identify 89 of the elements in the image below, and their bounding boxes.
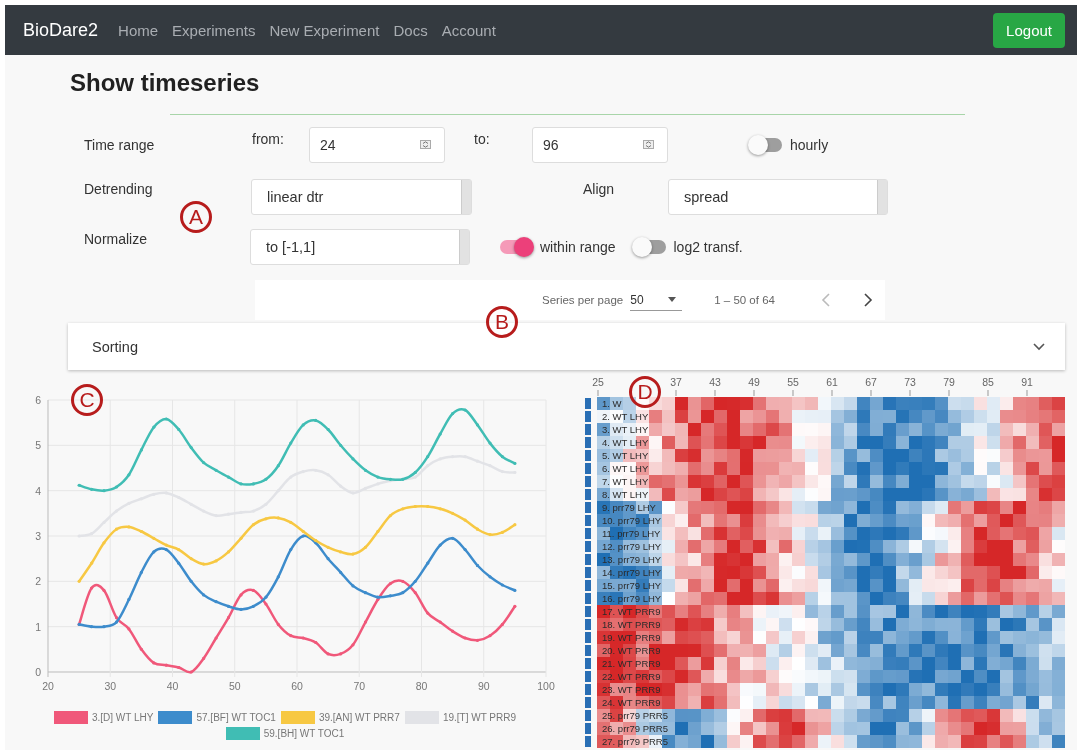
number-field[interactable]: 96 bbox=[532, 127, 668, 163]
select-field[interactable]: to [-1,1] bbox=[250, 229, 470, 265]
spinner-icon bbox=[420, 140, 431, 149]
nav-link[interactable]: Home bbox=[118, 21, 159, 39]
tick-label: 60 bbox=[291, 680, 303, 692]
tick-label: 25 bbox=[592, 376, 604, 388]
toggle-switch[interactable] bbox=[631, 237, 668, 257]
toggle-switch[interactable] bbox=[498, 237, 534, 257]
row-label: 6. WT LHY bbox=[602, 463, 649, 474]
tick-label: 50 bbox=[228, 680, 241, 692]
row-label: 21. WT PRR9 bbox=[602, 658, 661, 669]
page-size-select[interactable]: 50 bbox=[630, 289, 683, 311]
row-label: 16. prr79 LHY bbox=[602, 593, 662, 604]
row-label: 20. WT PRR9 bbox=[602, 645, 661, 656]
tick-label: 40 bbox=[166, 680, 179, 692]
field-label: to: bbox=[474, 131, 491, 147]
tick-label: 30 bbox=[104, 680, 117, 692]
legend-label: 3.[D] WT LHY bbox=[91, 712, 154, 723]
row-label: 26. prr79 PRR5 bbox=[602, 723, 668, 734]
field-label: Align bbox=[583, 181, 616, 197]
row-label: 14. prr79 LHY bbox=[602, 567, 662, 578]
row-label: 13. prr79 LHY bbox=[602, 554, 662, 565]
number-field[interactable]: 24 bbox=[309, 127, 445, 163]
tick-label: 91 bbox=[1021, 376, 1033, 388]
row-label: 19. WT PRR9 bbox=[602, 632, 661, 643]
field-label: from: bbox=[252, 131, 285, 147]
chevron-left-icon bbox=[820, 293, 831, 307]
legend-label: 39.[AN] WT PRR7 bbox=[318, 712, 400, 723]
tick-label: 1 bbox=[35, 620, 41, 633]
nav-link[interactable]: Account bbox=[441, 21, 496, 39]
nav-link[interactable]: Experiments bbox=[172, 21, 256, 39]
tick-label: 43 bbox=[709, 376, 721, 388]
row-label: 2. WT LHY bbox=[602, 411, 649, 422]
nav-link[interactable]: Docs bbox=[393, 21, 428, 39]
tick-label: 85 bbox=[982, 376, 994, 388]
tick-label: 90 bbox=[477, 680, 490, 692]
row-label: 5. WT LHY bbox=[602, 450, 649, 461]
tick-label: 80 bbox=[415, 680, 428, 692]
toggle-switch[interactable] bbox=[748, 135, 784, 155]
annotation-marker: A bbox=[180, 201, 212, 233]
tick-label: 37 bbox=[670, 376, 682, 388]
legend-label: 57.[BF] WT TOC1 bbox=[196, 712, 276, 723]
tick-label: 61 bbox=[826, 376, 838, 388]
tick-label: 100 bbox=[537, 680, 555, 692]
tick-label: 70 bbox=[353, 680, 366, 692]
tick-label: 6 bbox=[35, 394, 41, 406]
toggle-label: log2 transf. bbox=[673, 239, 743, 255]
row-label: 1. W bbox=[602, 398, 622, 409]
tick-label: 4 bbox=[35, 484, 41, 497]
legend-label: 19.[T] WT PRR9 bbox=[442, 712, 517, 723]
tick-label: 79 bbox=[943, 376, 955, 388]
row-label: 17. WT PRR9 bbox=[602, 606, 661, 617]
annotation-marker: C bbox=[71, 384, 103, 416]
tick-label: 73 bbox=[904, 376, 916, 388]
tick-label: 67 bbox=[865, 376, 877, 388]
page-title: Show timeseries bbox=[70, 68, 261, 98]
select-field[interactable]: linear dtr bbox=[251, 179, 472, 215]
field-label: Detrending bbox=[84, 181, 154, 197]
brand-link[interactable]: BioDare2 bbox=[23, 19, 99, 41]
page-size-label: Series per page bbox=[542, 294, 624, 306]
row-label: 24. WT PRR9 bbox=[602, 697, 661, 708]
row-label: 4. WT LHY bbox=[602, 437, 649, 448]
tick-label: 0 bbox=[35, 666, 41, 678]
chevron-right-icon bbox=[862, 293, 873, 307]
spinner-icon bbox=[643, 140, 654, 149]
tick-label: 55 bbox=[787, 376, 799, 388]
toggle-label: within range bbox=[540, 239, 616, 255]
annotation-marker: B bbox=[486, 306, 518, 338]
field-label: Time range bbox=[84, 137, 156, 153]
tick-label: 49 bbox=[748, 376, 760, 388]
select-field[interactable]: spread bbox=[668, 179, 888, 215]
tick-label: 3 bbox=[35, 530, 41, 542]
row-label: 9. prr79 LHY bbox=[602, 502, 656, 513]
row-label: 22. WT PRR9 bbox=[602, 671, 661, 682]
row-label: 7. WT LHY bbox=[602, 476, 649, 487]
row-label: 12. prr79 LHY bbox=[602, 541, 662, 552]
tick-label: 2 bbox=[35, 575, 41, 588]
nav-link[interactable]: New Experiment bbox=[269, 21, 380, 39]
tick-label: 20 bbox=[42, 680, 54, 692]
row-label: 23. WT PRR9 bbox=[602, 684, 661, 695]
toggle-label: hourly bbox=[790, 137, 829, 153]
row-label: 18. WT PRR9 bbox=[602, 619, 661, 630]
range-label: 1 – 50 of 64 bbox=[714, 294, 775, 306]
row-label: 8. WT LHY bbox=[602, 489, 649, 500]
field-label: Normalize bbox=[84, 231, 148, 247]
annotation-marker: D bbox=[629, 376, 661, 408]
legend-label: 59.[BH] WT TOC1 bbox=[263, 728, 345, 739]
tick-label: 5 bbox=[35, 439, 41, 452]
row-label: 3. WT LHY bbox=[602, 424, 649, 435]
